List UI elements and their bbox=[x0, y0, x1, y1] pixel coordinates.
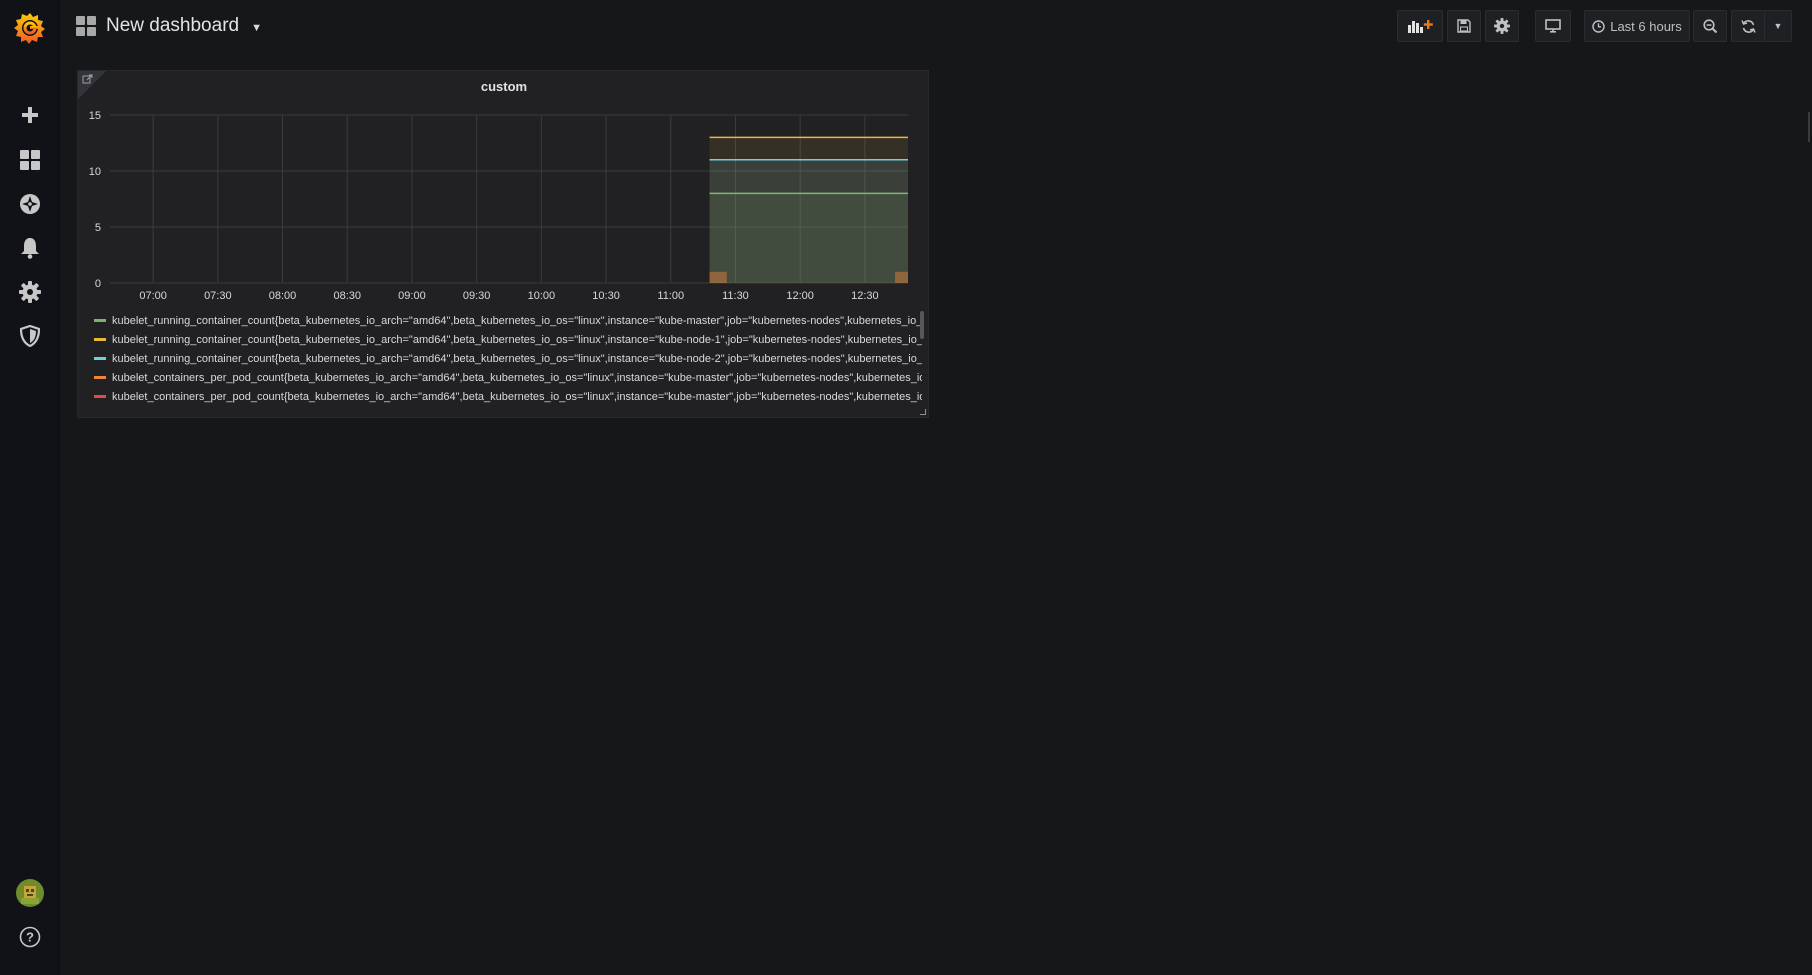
gear-icon bbox=[19, 281, 41, 303]
help-icon: ? bbox=[19, 926, 41, 948]
refresh-button[interactable] bbox=[1731, 10, 1765, 42]
x-tick-label: 11:30 bbox=[722, 290, 749, 302]
panel-resize-handle[interactable] bbox=[920, 409, 926, 415]
x-tick-label: 12:30 bbox=[851, 290, 879, 302]
legend-swatch bbox=[94, 376, 106, 379]
sidebar-item-profile[interactable] bbox=[0, 873, 60, 913]
dashboard-title-picker[interactable]: New dashboard ▼ bbox=[76, 12, 262, 40]
sidebar-item-alerting[interactable] bbox=[0, 228, 60, 268]
legend-item[interactable]: kubelet_containers_per_pod_count{beta_ku… bbox=[94, 387, 922, 406]
legend-swatch bbox=[94, 395, 106, 398]
time-range-picker[interactable]: Last 6 hours bbox=[1584, 10, 1690, 42]
time-series-chart[interactable]: 0 5 10 15 07:00 07:30 08:00 08:30 09:00 09:30 10:0… bbox=[78, 99, 930, 311]
sidebar-item-explore[interactable] bbox=[0, 184, 60, 224]
series-area bbox=[709, 271, 727, 283]
dashboard-grid-icon bbox=[76, 16, 96, 36]
side-menu: ? bbox=[0, 0, 60, 975]
x-tick-label: 09:30 bbox=[463, 290, 491, 302]
y-tick-label: 15 bbox=[89, 110, 101, 122]
avatar bbox=[16, 879, 44, 907]
legend-swatch bbox=[94, 319, 106, 322]
y-tick-label: 5 bbox=[95, 222, 101, 234]
refresh-icon bbox=[1741, 19, 1756, 33]
caret-down-icon: ▼ bbox=[251, 22, 262, 34]
svg-text:?: ? bbox=[26, 930, 34, 945]
y-tick-label: 0 bbox=[95, 278, 101, 290]
explore-icon bbox=[20, 194, 40, 214]
zoom-out-icon bbox=[1702, 18, 1717, 33]
dashboards-icon bbox=[20, 150, 40, 170]
bell-icon bbox=[21, 238, 39, 259]
sidebar-item-configuration[interactable] bbox=[0, 272, 60, 312]
grafana-app: ? New dashboard ▼ Last 6 hours ▼ custom … bbox=[0, 0, 1812, 975]
x-tick-label: 07:00 bbox=[139, 290, 167, 302]
legend-item[interactable]: kubelet_running_container_count{beta_kub… bbox=[94, 349, 922, 368]
add-panel-icon bbox=[1408, 20, 1433, 33]
grafana-logo-icon[interactable] bbox=[12, 10, 48, 46]
sidebar-item-help[interactable]: ? bbox=[0, 917, 60, 957]
x-tick-label: 09:00 bbox=[398, 290, 426, 302]
monitor-icon bbox=[1545, 19, 1561, 33]
legend-scrollbar[interactable] bbox=[920, 311, 924, 339]
gear-icon bbox=[1494, 18, 1510, 34]
series-area bbox=[709, 159, 908, 283]
x-tick-label: 08:00 bbox=[269, 290, 297, 302]
x-tick-label: 10:00 bbox=[528, 290, 556, 302]
x-tick-label: 08:30 bbox=[333, 290, 361, 302]
add-panel-button[interactable] bbox=[1397, 10, 1443, 42]
time-range-label: Last 6 hours bbox=[1610, 18, 1682, 34]
zoom-out-button[interactable] bbox=[1693, 10, 1727, 42]
save-dashboard-button[interactable] bbox=[1447, 10, 1481, 42]
series-area bbox=[895, 271, 908, 283]
legend-label: kubelet_running_container_count{beta_kub… bbox=[112, 314, 922, 327]
legend-swatch bbox=[94, 338, 106, 341]
legend-label: kubelet_containers_per_pod_count{beta_ku… bbox=[112, 390, 922, 403]
x-tick-label: 12:00 bbox=[786, 290, 814, 302]
plus-icon bbox=[22, 107, 38, 123]
view-mode-button[interactable] bbox=[1535, 10, 1571, 42]
legend-label: kubelet_running_container_count{beta_kub… bbox=[112, 352, 922, 365]
legend-swatch bbox=[94, 357, 106, 360]
dashboard-settings-button[interactable] bbox=[1485, 10, 1519, 42]
sidebar-item-server-admin[interactable] bbox=[0, 316, 60, 356]
legend-item[interactable]: kubelet_running_container_count{beta_kub… bbox=[94, 311, 922, 330]
scrollbar-edge[interactable] bbox=[1808, 112, 1810, 142]
x-tick-label: 11:00 bbox=[657, 290, 684, 302]
shield-icon bbox=[20, 325, 40, 347]
clock-icon bbox=[1592, 19, 1605, 33]
y-tick-label: 10 bbox=[89, 166, 101, 178]
x-tick-label: 10:30 bbox=[592, 290, 620, 302]
save-icon bbox=[1457, 19, 1471, 33]
sidebar-item-create[interactable] bbox=[0, 95, 60, 135]
refresh-interval-dropdown[interactable]: ▼ bbox=[1764, 10, 1792, 42]
legend-label: kubelet_running_container_count{beta_kub… bbox=[112, 333, 922, 346]
sidebar-item-dashboards[interactable] bbox=[0, 140, 60, 180]
graph-panel: custom 0 5 10 15 07:00 07:30 08:00 08:30 09:00 09… bbox=[77, 70, 929, 418]
legend-label: kubelet_containers_per_pod_count{beta_ku… bbox=[112, 371, 922, 384]
panel-title[interactable]: custom bbox=[78, 79, 930, 94]
legend-item[interactable]: kubelet_containers_per_pod_count{beta_ku… bbox=[94, 368, 922, 387]
navbar: New dashboard ▼ Last 6 hours ▼ bbox=[60, 0, 1812, 52]
caret-down-icon: ▼ bbox=[1773, 21, 1783, 31]
chart-legend: kubelet_running_container_count{beta_kub… bbox=[94, 311, 922, 411]
x-tick-label: 07:30 bbox=[204, 290, 232, 302]
legend-item[interactable]: kubelet_running_container_count{beta_kub… bbox=[94, 330, 922, 349]
page-title: New dashboard bbox=[106, 15, 240, 36]
